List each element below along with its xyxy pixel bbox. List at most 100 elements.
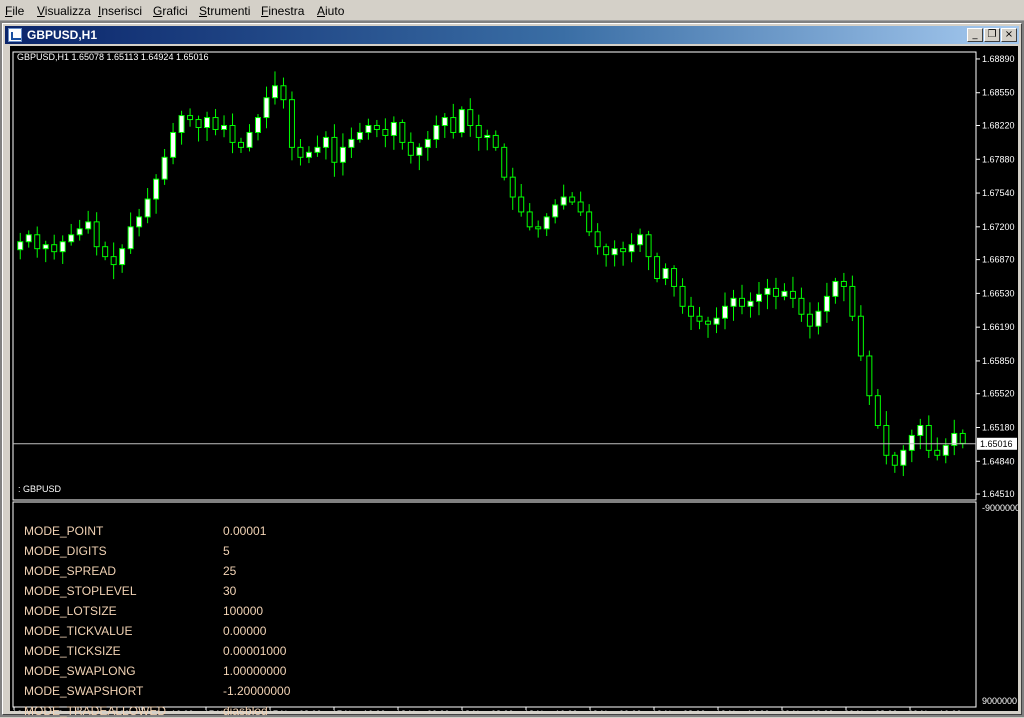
candle bbox=[688, 296, 695, 331]
candle bbox=[271, 71, 278, 105]
candle bbox=[823, 282, 830, 323]
minimize-button[interactable]: _ bbox=[967, 28, 983, 42]
menu-grafici[interactable]: Grafici bbox=[153, 4, 188, 18]
candle bbox=[874, 388, 881, 429]
candle bbox=[441, 113, 448, 138]
time-tick-label: 17 Nov 08:00 bbox=[268, 709, 322, 711]
candle bbox=[645, 230, 652, 271]
indicator-row-name: MODE_SWAPLONG bbox=[24, 664, 136, 678]
candle bbox=[628, 233, 635, 263]
candle bbox=[840, 272, 847, 302]
indicator-row-value: 100000 bbox=[223, 604, 264, 618]
chart-window: GBPUSD,H1 _ ❐ × 1.68890 1.68550 1.68220 1.6… bbox=[2, 23, 1022, 718]
menu-file[interactable]: File bbox=[5, 4, 24, 18]
candle bbox=[951, 419, 958, 456]
candle bbox=[59, 235, 66, 264]
indicator-scale-bottom: 9000000 bbox=[982, 696, 1017, 706]
candle bbox=[195, 115, 202, 142]
indicator-row-name: MODE_DIGITS bbox=[24, 544, 107, 558]
candle bbox=[815, 302, 822, 335]
menu-visualizza[interactable]: Visualizza bbox=[37, 4, 91, 18]
candle bbox=[76, 219, 83, 241]
candle bbox=[119, 244, 126, 273]
candle bbox=[238, 137, 245, 154]
indicator-row-name: MODE_TICKVALUE bbox=[24, 624, 133, 638]
candle bbox=[806, 302, 813, 339]
candle bbox=[416, 143, 423, 171]
candle bbox=[509, 167, 516, 210]
time-tick-label: 19 Nov 16:00 bbox=[716, 709, 770, 711]
candle bbox=[857, 305, 864, 361]
price-tick-label: 1.68550 bbox=[982, 88, 1015, 98]
candle bbox=[229, 113, 236, 154]
time-tick-label: 18 Nov 00:00 bbox=[396, 709, 450, 711]
price-tick-label: 1.65520 bbox=[982, 389, 1015, 399]
candle bbox=[654, 252, 661, 283]
candle bbox=[722, 292, 729, 330]
candle bbox=[662, 263, 669, 286]
time-tick-label: 18 Nov 08:00 bbox=[460, 709, 514, 711]
candle bbox=[42, 240, 49, 263]
candle bbox=[450, 103, 457, 139]
candle bbox=[314, 135, 321, 157]
candle bbox=[373, 119, 380, 138]
candle bbox=[569, 192, 576, 205]
candle bbox=[679, 278, 686, 314]
menu-inserisci[interactable]: Inserisci bbox=[98, 4, 142, 18]
candle bbox=[789, 276, 796, 308]
candle bbox=[212, 108, 219, 136]
menu-finestra[interactable]: Finestra bbox=[261, 4, 304, 18]
indicator-row-value: 0.00000 bbox=[223, 624, 267, 638]
chart-window-icon bbox=[8, 28, 22, 42]
candle bbox=[85, 210, 92, 234]
price-tick-label: 1.64840 bbox=[982, 456, 1015, 466]
window-titlebar[interactable]: GBPUSD,H1 _ ❐ × bbox=[5, 26, 1019, 44]
price-tick-label: 1.66870 bbox=[982, 255, 1015, 265]
price-tick-label: 1.67880 bbox=[982, 154, 1015, 164]
indicator-row-name: MODE_POINT bbox=[24, 524, 104, 538]
candle bbox=[424, 130, 431, 161]
price-tick-label: 1.64510 bbox=[982, 489, 1015, 499]
indicator-row-value: 1.00000000 bbox=[223, 664, 287, 678]
candle bbox=[356, 122, 363, 143]
time-tick-label: 20 Nov 08:00 bbox=[844, 709, 898, 711]
indicator-row-value: diasbled bbox=[223, 704, 268, 718]
candle bbox=[153, 174, 160, 214]
candle bbox=[501, 143, 508, 181]
indicator-row-value: 25 bbox=[223, 564, 237, 578]
candle bbox=[594, 223, 601, 255]
candle bbox=[288, 91, 295, 161]
candle bbox=[280, 77, 287, 109]
candle bbox=[866, 350, 873, 405]
time-tick-label: 19 Nov 00:00 bbox=[588, 709, 642, 711]
candle bbox=[136, 208, 143, 237]
current-price-label: 1.65016 bbox=[980, 439, 1013, 449]
candle bbox=[586, 204, 593, 237]
indicator-row-value: -1.20000000 bbox=[223, 684, 291, 698]
candle bbox=[705, 316, 712, 338]
candle bbox=[322, 131, 329, 160]
indicator-row-name: MODE_STOPLEVEL bbox=[24, 584, 137, 598]
close-button[interactable]: × bbox=[1001, 28, 1017, 42]
menu-bar: File Visualizza Inserisci Grafici Strumenti F… bbox=[0, 0, 1024, 21]
candle bbox=[738, 284, 745, 315]
time-tick-label: 20 Nov 00:00 bbox=[780, 709, 834, 711]
candle bbox=[458, 106, 465, 138]
restore-button[interactable]: ❐ bbox=[984, 28, 1000, 42]
chart-canvas[interactable]: 1.68890 1.68550 1.68220 1.67880 1.67540 1.672… bbox=[10, 46, 1018, 718]
candle bbox=[305, 146, 312, 164]
candlestick-chart[interactable]: 1.68890 1.68550 1.68220 1.67880 1.67540 1.672… bbox=[10, 46, 1018, 711]
candle bbox=[925, 415, 932, 459]
menu-strumenti[interactable]: Strumenti bbox=[199, 4, 250, 18]
candle bbox=[552, 199, 559, 224]
candle bbox=[51, 234, 58, 260]
candle bbox=[263, 86, 270, 129]
candle bbox=[755, 282, 762, 316]
candle bbox=[68, 223, 75, 246]
candle bbox=[543, 213, 550, 237]
candle bbox=[365, 118, 372, 140]
candle bbox=[382, 118, 389, 148]
candle bbox=[671, 265, 678, 297]
menu-aiuto[interactable]: Aiuto bbox=[317, 4, 344, 18]
candle bbox=[917, 418, 924, 450]
